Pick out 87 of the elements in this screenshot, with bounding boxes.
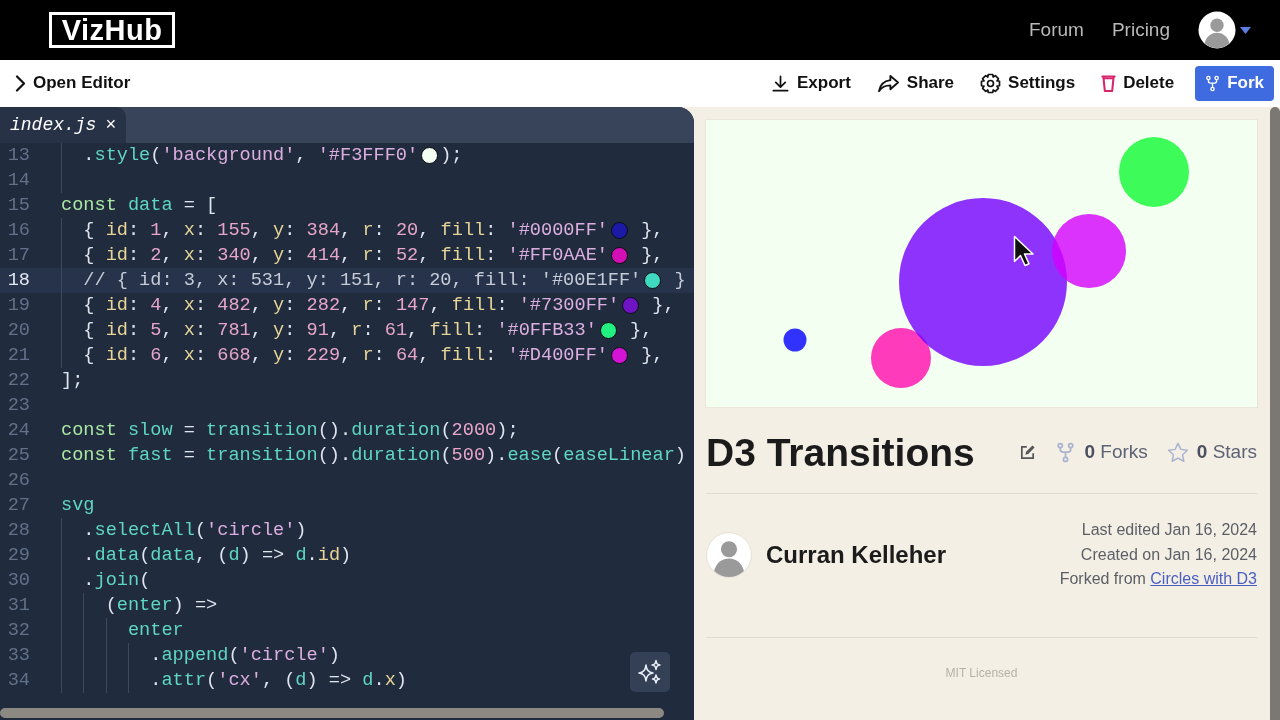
source-link[interactable]: Circles with D3: [1150, 570, 1257, 587]
code-text: { id: 5, x: 781, y: 91, r: 61, fill: '#0FFB33': [83, 319, 597, 343]
line-number: 30: [6, 569, 31, 593]
circle: [783, 328, 807, 352]
star-count: 0 Stars: [1196, 439, 1257, 464]
line-number: 17: [6, 244, 31, 268]
line-number: 21: [6, 344, 31, 368]
settings-button[interactable]: Settings: [975, 69, 1081, 98]
fork-button[interactable]: Fork: [1195, 66, 1274, 101]
line-number: 24: [6, 419, 31, 443]
nav-link[interactable]: Pricing: [1111, 15, 1170, 45]
code-text: .append('circle'): [150, 644, 340, 668]
star-icon[interactable]: [1166, 441, 1189, 463]
line-number: 13: [6, 144, 31, 168]
code-text: .join(: [83, 569, 151, 593]
delete-button[interactable]: Delete: [1096, 69, 1180, 98]
line-number: 26: [6, 469, 31, 493]
sparkle-icon: [637, 659, 663, 685]
line-number: 14: [6, 169, 31, 193]
code-text: { id: 2, x: 340, y: 414, r: 52, fill: '#FF0AAE': [83, 244, 608, 268]
fork-icon: [1205, 74, 1221, 93]
share-arrow-icon: [876, 74, 900, 93]
code-text: ];: [61, 369, 84, 393]
user-avatar-icon: [706, 531, 752, 578]
user-avatar-icon[interactable]: [1198, 11, 1236, 49]
code-text: { id: 4, x: 482, y: 282, r: 147, fill: '#7300FF': [83, 294, 620, 318]
code-text: const data = [: [61, 194, 218, 218]
code-text: const slow = transition().duration(2000);: [61, 419, 519, 443]
open-editor-button[interactable]: Open Editor: [10, 69, 136, 98]
settings-icon: [980, 73, 1002, 94]
code-text: .attr('cx', (d) => d.x): [150, 669, 407, 693]
code-text: enter: [127, 619, 184, 643]
line-number: 32: [6, 619, 31, 643]
code-text: (enter) =>: [105, 594, 218, 618]
license-text: MIT Licensed: [944, 664, 1019, 682]
ai-assist-button[interactable]: [630, 652, 670, 692]
code-text: );: [440, 144, 463, 168]
line-number: 23: [6, 394, 31, 418]
code-text: .selectAll('circle'): [83, 519, 307, 543]
share-button[interactable]: Share: [871, 69, 960, 98]
line-number: 19: [6, 294, 31, 318]
code-text: },: [640, 219, 664, 243]
line-number: 18: [6, 269, 31, 293]
export-button[interactable]: Export: [765, 69, 856, 98]
line-number: 29: [6, 544, 31, 568]
code-text: { id: 6, x: 668, y: 229, r: 64, fill: '#D400FF': [83, 344, 608, 368]
fork-icon: [1056, 441, 1076, 463]
project-title: D3 Transitions: [706, 432, 975, 472]
date-text: Last edited Jan 16, 2024: [1081, 520, 1257, 540]
caret-icon[interactable]: [1240, 26, 1251, 34]
code-text: }: [673, 269, 686, 293]
date-text: Created on Jan 16, 2024: [1080, 544, 1257, 565]
line-number: 16: [6, 219, 31, 243]
mouse-pointer-icon: [1013, 235, 1035, 268]
logo[interactable]: VizHub: [49, 12, 175, 48]
line-number: 22: [6, 369, 31, 393]
line-number: 28: [6, 519, 31, 543]
code-text: },: [651, 294, 675, 318]
line-number: 25: [6, 444, 31, 468]
horizontal-scrollbar[interactable]: [0, 708, 664, 718]
vertical-scrollbar[interactable]: [1270, 107, 1280, 720]
edit-icon[interactable]: [1019, 443, 1037, 461]
forked-from-text: Forked from Circles with D3: [1059, 569, 1257, 589]
code-text: svg: [61, 494, 95, 518]
line-number: 27: [6, 494, 31, 518]
download-icon: [770, 74, 790, 93]
line-number: 20: [6, 319, 31, 343]
code-text: },: [640, 344, 664, 368]
code-text: const fast = transition().duration(500).ease(easeLinear): [61, 444, 686, 468]
code-text: { id: 1, x: 155, y: 384, r: 20, fill: '#0000FF': [83, 219, 608, 243]
nav-link[interactable]: Forum: [1029, 15, 1084, 45]
file-tab[interactable]: index.js ×: [0, 107, 127, 143]
fork-count: 0 Forks: [1084, 439, 1148, 464]
line-number: 33: [6, 644, 31, 668]
line-number: 31: [6, 594, 31, 618]
trash-icon: [1101, 74, 1117, 93]
author-name[interactable]: Curran Kelleher: [766, 536, 947, 573]
code-text: // { id: 3, x: 531, y: 151, r: 20, fill: '#00E1FF': [83, 269, 642, 293]
code-text: .style('background', '#F3FFF0': [83, 144, 419, 168]
code-text: },: [640, 244, 664, 268]
line-number: 15: [6, 194, 31, 218]
chevron-right-icon: [15, 75, 26, 92]
code-text: },: [629, 319, 653, 343]
line-number: 34: [6, 669, 31, 693]
code-text: .data(data, (d) => d.id): [83, 544, 352, 568]
circle: [1119, 137, 1189, 207]
close-tab-button[interactable]: ×: [105, 116, 117, 134]
